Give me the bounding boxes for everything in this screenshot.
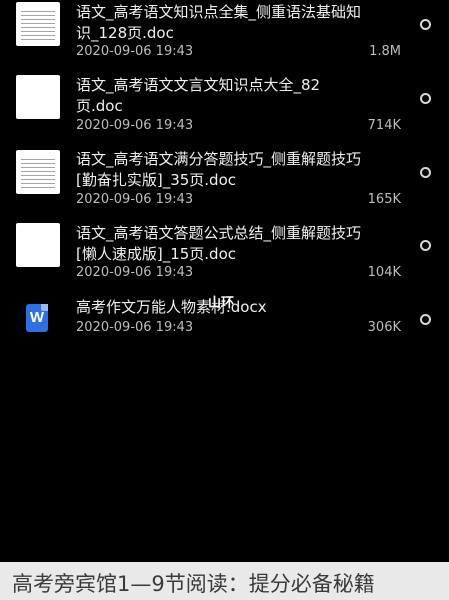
select-radio[interactable] — [420, 19, 431, 30]
file-date: 2020-09-06 19:43 — [76, 192, 194, 207]
caption-bar: 高考旁宾馆1—9节阅读：提分必备秘籍 — [0, 562, 449, 600]
file-date: 2020-09-06 19:43 — [76, 118, 194, 133]
file-date: 2020-09-06 19:43 — [76, 44, 194, 59]
select-radio[interactable] — [420, 93, 431, 104]
select-radio[interactable] — [420, 314, 431, 325]
select-radio[interactable] — [420, 240, 431, 251]
file-size: 714K — [367, 118, 401, 133]
file-name: 语文_高考语文知识点全集_侧重语法基础知识_128页.doc — [76, 3, 362, 42]
file-name: 语文_高考语文文言文知识点大全_82页.doc — [76, 76, 321, 115]
file-name: 语文_高考语文答题公式总结_侧重解题技巧[懒人速成版]_15页.doc — [76, 224, 362, 263]
select-radio[interactable] — [420, 167, 431, 178]
word-file-icon: W — [20, 302, 56, 338]
file-date: 2020-09-06 19:43 — [76, 320, 194, 335]
doc-thumbnail-icon — [16, 75, 60, 119]
doc-thumbnail-icon — [16, 2, 60, 46]
doc-thumbnail-icon — [16, 150, 60, 194]
file-size: 104K — [367, 265, 401, 280]
doc-thumbnail-icon — [16, 223, 60, 267]
file-date: 2020-09-06 19:43 — [76, 265, 194, 280]
file-size: 1.8M — [369, 44, 401, 59]
caption-text: 高考旁宾馆1—9节阅读：提分必备秘籍 — [12, 572, 375, 596]
watermark-overlay-text: 山环 — [208, 296, 235, 311]
file-name: 语文_高考语文满分答题技巧_侧重解题技巧[勤奋扎实版]_35页.doc — [76, 150, 362, 189]
file-size: 306K — [367, 320, 401, 335]
word-letter: W — [26, 304, 48, 332]
file-size: 165K — [367, 192, 401, 207]
